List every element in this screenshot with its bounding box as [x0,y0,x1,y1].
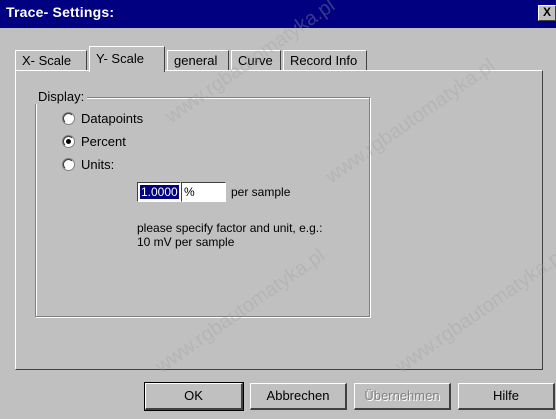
radio-units[interactable]: Units: [63,157,114,172]
tab-general[interactable]: general [167,50,229,71]
tab-x-scale[interactable]: X- Scale [15,50,87,71]
help-button[interactable]: Hilfe [458,383,555,410]
radio-label-datapoints: Datapoints [81,111,144,126]
tab-curve[interactable]: Curve [231,50,281,71]
radio-label-units: Units: [81,157,115,172]
radio-button[interactable] [63,113,74,124]
apply-button[interactable]: Übernehmen [354,383,451,410]
radio-percent[interactable]: Percent [63,134,126,149]
display-group-label: Display: [35,89,88,104]
close-icon[interactable]: X [538,5,556,21]
radio-button-checked[interactable] [63,136,74,147]
title-bar[interactable]: Trace- Settings: X [0,0,556,28]
radio-datapoints[interactable]: Datapoints [63,111,143,126]
tab-record-info[interactable]: Record Info [283,50,367,71]
hint-line-2: 10 mV per sample [137,235,235,249]
hint-line-1: please specify factor and unit, e.g.: [137,221,323,235]
radio-button[interactable] [63,159,74,170]
ok-button[interactable]: OK [144,382,244,411]
tab-y-scale[interactable]: Y- Scale [89,46,165,72]
cancel-button[interactable]: Abbrechen [250,383,347,410]
radio-label-percent: Percent [81,134,126,149]
trace-settings-dialog: Trace- Settings: X X- Scale Y- Scale gen… [0,0,556,419]
display-group [35,97,370,317]
factor-value: 1.0000 [140,185,179,199]
window-title: Trace- Settings: [6,4,115,20]
unit-input[interactable]: % [181,182,226,202]
factor-input[interactable]: 1.0000 [137,182,181,202]
per-sample-label: per sample [231,185,291,199]
